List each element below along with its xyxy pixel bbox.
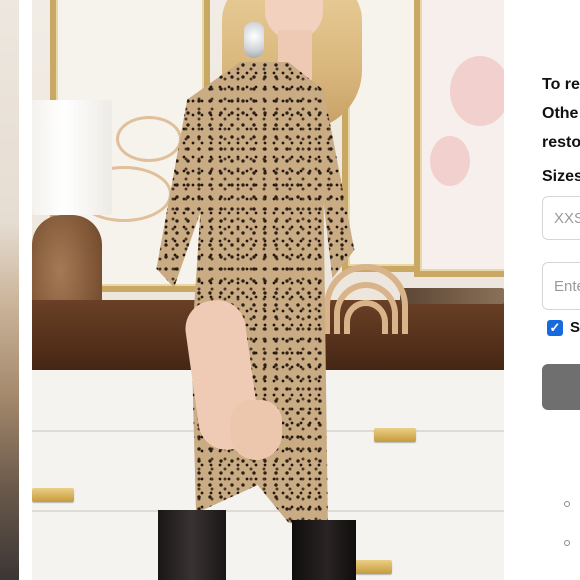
photo-artwork-swirl	[116, 116, 182, 162]
photo-model-earring	[244, 22, 264, 58]
consent-checkbox-label: S	[570, 319, 580, 336]
photo-model-hand	[230, 400, 282, 460]
list-bullet-icon	[564, 501, 570, 507]
photo-artwork-pink-shape	[430, 136, 470, 186]
photo-books	[400, 288, 504, 304]
size-select[interactable]: XXS	[542, 196, 580, 240]
photo-artwork-right	[414, 0, 504, 277]
photo-model-boot	[292, 520, 356, 580]
photo-drawer-divider	[32, 510, 504, 512]
gallery-gap	[19, 0, 32, 580]
photo-drawer-handle	[374, 428, 416, 442]
notify-intro-line-1: To re	[542, 76, 580, 93]
email-input[interactable]: Ente	[542, 262, 580, 310]
product-main-image[interactable]	[32, 0, 504, 580]
notify-intro-line-2: Othe	[542, 105, 579, 122]
photo-lamp-shade	[32, 100, 112, 215]
back-in-stock-panel: To re Othe resto Sizes XXS Ente ✓ S	[504, 0, 580, 580]
notify-submit-button[interactable]	[542, 364, 580, 410]
sizes-label: Sizes	[542, 168, 580, 185]
previous-image-thumbnail[interactable]	[0, 0, 20, 580]
photo-model-tights	[158, 510, 226, 580]
notify-intro-line-3: resto	[542, 134, 580, 151]
list-bullet-icon	[564, 540, 570, 546]
consent-checkbox[interactable]: ✓	[547, 320, 563, 336]
photo-drawer-handle	[32, 488, 74, 502]
photo-drawer-handle	[350, 560, 392, 574]
photo-artwork-pink-shape	[450, 56, 504, 126]
product-gallery-stage: To re Othe resto Sizes XXS Ente ✓ S	[0, 0, 580, 580]
